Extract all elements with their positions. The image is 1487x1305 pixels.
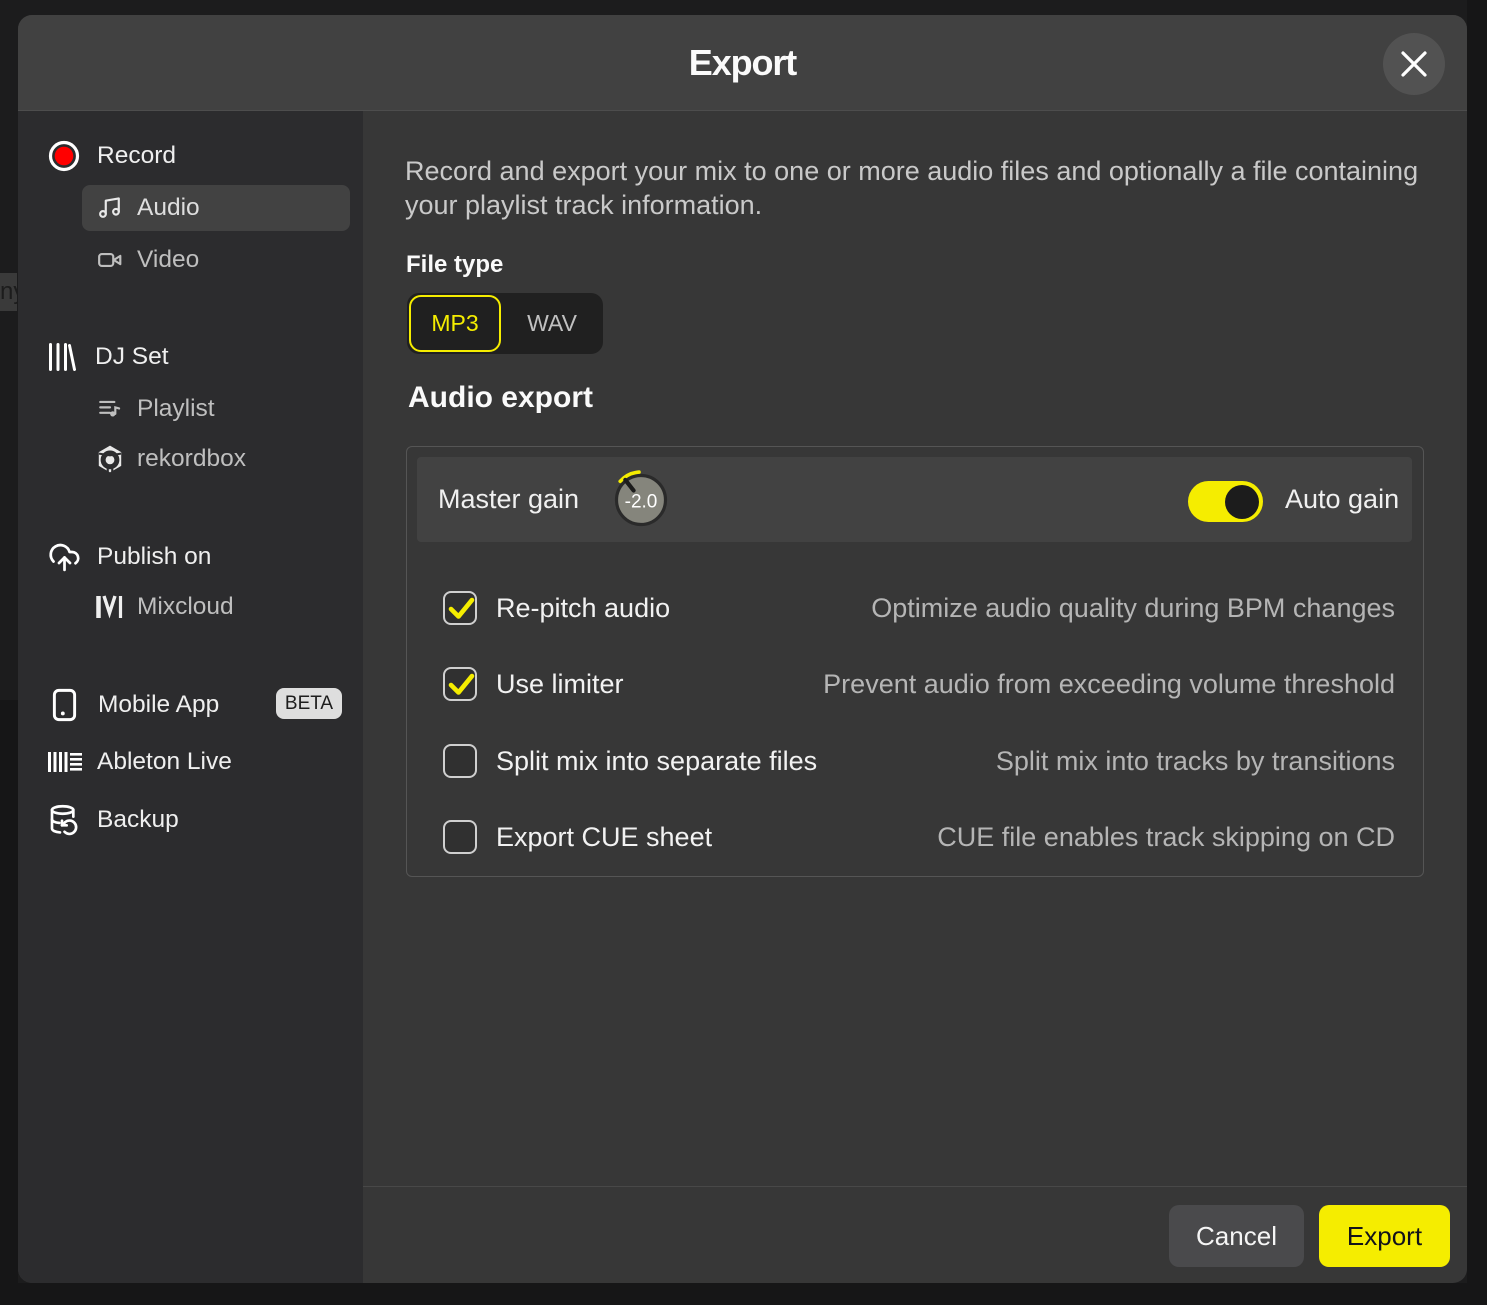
svg-text:-2.0: -2.0 <box>625 492 658 513</box>
